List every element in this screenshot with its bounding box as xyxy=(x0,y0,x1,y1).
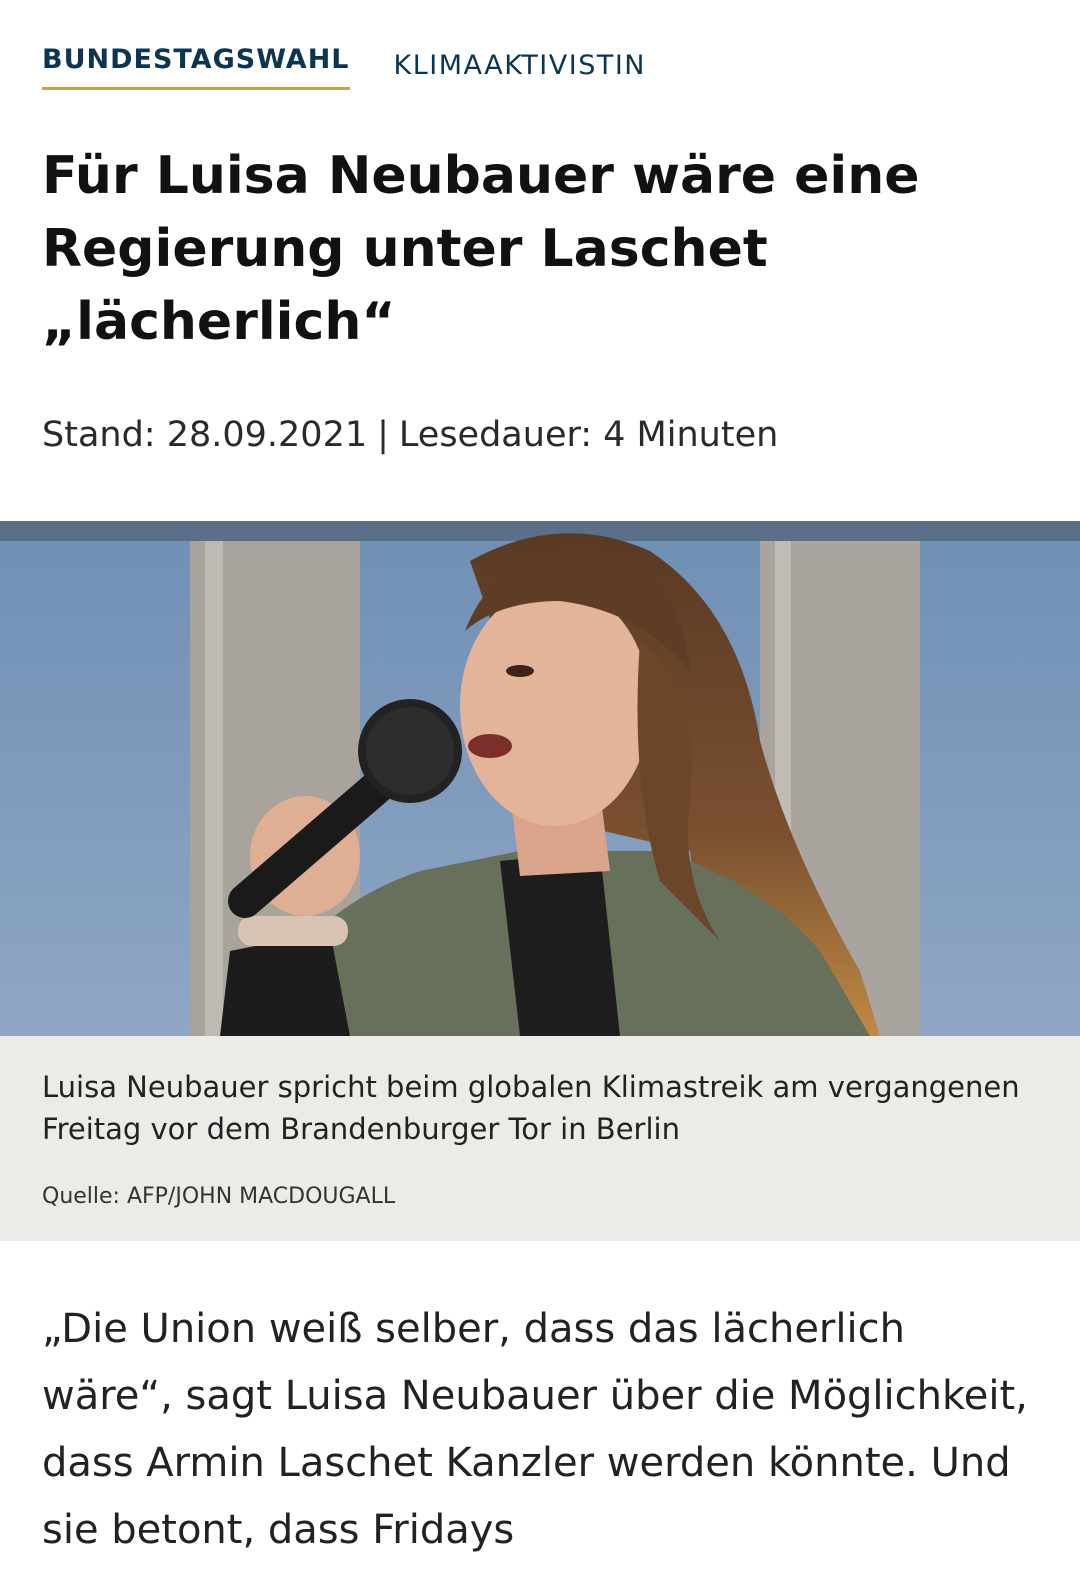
publish-date: Stand: 28.09.2021 xyxy=(42,415,368,455)
image-caption-box: Luisa Neubauer spricht beim globalen Kli… xyxy=(0,1036,1080,1241)
article-meta: Stand: 28.09.2021 | Lesedauer: 4 Minuten xyxy=(42,415,778,455)
tag-bundestagswahl[interactable]: BUNDESTAGSWAHL xyxy=(42,44,350,90)
image-caption: Luisa Neubauer spricht beim globalen Kli… xyxy=(42,1070,1020,1146)
photo-illustration xyxy=(0,521,1080,1036)
tag-klimaaktivistin[interactable]: KLIMAAKTIVISTIN xyxy=(394,44,647,81)
article-lead: „Die Union weiß selber, dass das lächerl… xyxy=(42,1306,1028,1553)
article-headline: Für Luisa Neubauer wäre eine Regierung u… xyxy=(42,146,920,352)
article-photo[interactable] xyxy=(0,521,1080,1036)
meta-separator: | xyxy=(377,415,389,455)
topic-tags: BUNDESTAGSWAHL KLIMAAKTIVISTIN xyxy=(42,44,646,90)
image-source: Quelle: AFP/JOHN MACDOUGALL xyxy=(42,1184,396,1209)
reading-time: Lesedauer: 4 Minuten xyxy=(398,415,779,455)
